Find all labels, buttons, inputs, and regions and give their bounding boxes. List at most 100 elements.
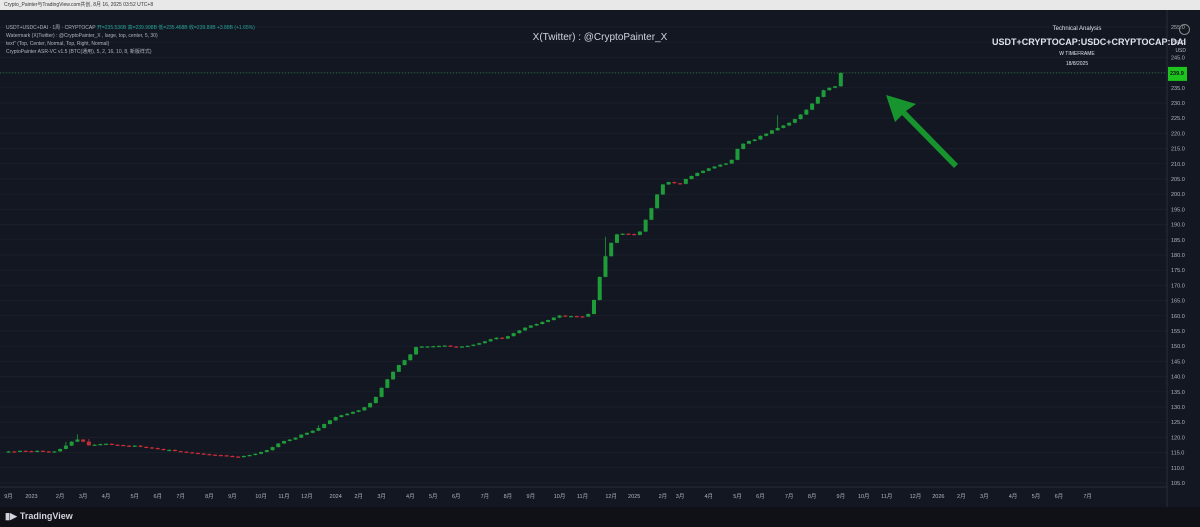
candle [287,439,292,442]
candle [213,454,218,456]
candle [236,456,241,458]
price-tick-label: 135.0 [1171,390,1185,396]
candle [660,184,665,195]
candle [465,345,470,348]
candle [569,316,574,318]
time-tick-label: 5月 [733,493,742,500]
time-tick-label: 12月 [910,493,922,500]
candle [724,163,728,165]
tradingview-logo[interactable]: ▮▶ TradingView [5,511,73,522]
candle [17,450,22,452]
time-tick-label: 2024 [330,494,342,500]
time-tick-label: 8月 [205,493,214,500]
candle [46,451,51,453]
settings-icon[interactable] [1179,24,1190,35]
price-tick-label: 215.0 [1171,147,1185,153]
time-tick-label: 10月 [554,493,566,500]
candle [649,208,654,220]
candle [655,194,660,209]
time-tick-label: 2月 [354,493,363,500]
candle [523,327,528,331]
candle [40,450,45,452]
time-tick-label: 6月 [756,493,765,500]
candle [218,455,223,457]
candle [557,315,562,318]
analysis-title: Technical Analysis [1052,26,1102,32]
candle [833,86,838,88]
candle [626,233,631,235]
candle [247,455,252,457]
candle [574,316,579,318]
analysis-date: 18/8/2025 [1065,61,1089,67]
grid-lines [0,26,1167,484]
legend-asr-indicator[interactable]: CryptoPainter ASR-VC v1.5 (BTC(通用), 5, 2… [6,48,255,56]
candle [746,141,751,144]
tradingview-logo-text: TradingView [19,511,73,521]
candle [6,451,11,453]
analysis-timeframe: W TIMEFRAME [1059,51,1095,57]
candle [620,233,625,235]
candle [752,139,757,141]
price-tick-label: 185.0 [1171,238,1185,244]
candle [138,445,143,447]
time-tick-label: 7月 [176,493,185,500]
time-tick-label: 3月 [980,493,989,500]
time-tick-label: 11月 [577,493,588,500]
candle [586,313,591,317]
candle [546,320,551,322]
candle [327,420,332,425]
candle [69,441,74,446]
candle [775,127,780,131]
candle [482,341,487,344]
time-tick-label: 3月 [377,493,386,500]
candle [741,143,746,149]
price-tick-label: 115.0 [1171,451,1184,457]
candle [132,445,137,447]
price-chart[interactable]: 105.0 110.0 115.0 120.0 125.0 130.0 135.0 140.0… [0,10,1200,507]
price-tick-label: 105.0 [1171,481,1185,487]
candle [155,448,160,450]
candle [442,345,447,347]
candle [729,159,734,164]
candle [23,450,28,452]
candle [735,148,740,160]
candle [701,170,706,173]
currency-label[interactable]: USD [1175,48,1186,54]
time-tick-label: 10月 [255,493,267,500]
candle [781,125,786,128]
price-tick-label: 190.0 [1171,223,1185,229]
time-tick-label: 2023 [25,494,37,500]
candle [437,345,441,348]
candle [150,447,154,449]
candle [632,234,637,236]
time-tick-label: 5月 [429,493,438,500]
time-tick-label: 2月 [56,493,65,500]
price-tick-label: 140.0 [1171,375,1185,381]
price-tick-label: 245.0 [1171,55,1185,61]
time-tick-label: 9月 [4,493,13,500]
candle [764,133,769,136]
candle [591,299,596,314]
time-tick-label: 12月 [605,493,617,500]
candle [419,346,424,348]
chart-panel[interactable]: 105.0 110.0 115.0 120.0 125.0 130.0 135.0 140.0… [0,10,1200,507]
candle [345,413,350,416]
screenshot-header-text: Crypto_Painter与TradingView.com共创, 8月 16,… [4,2,154,8]
time-tick-label: 9月 [527,493,536,500]
candle [195,452,200,455]
candle [695,172,700,176]
candle [683,179,688,184]
price-tick-label: 210.0 [1171,162,1185,168]
candle [299,434,304,438]
candle [838,72,843,87]
candle [689,175,694,179]
candle [264,450,269,452]
candle [241,455,246,458]
candle [35,450,40,452]
price-tick-label: 150.0 [1171,344,1185,350]
candle [540,321,545,325]
footer-bar: ▮▶ TradingView [0,507,1200,527]
price-tick-label: 230.0 [1171,101,1185,107]
time-tick-label: 4月 [406,493,415,500]
legend-symbol[interactable]: USDT+USDC+DAI · 1周 · CRYPTOCAP [6,25,95,31]
